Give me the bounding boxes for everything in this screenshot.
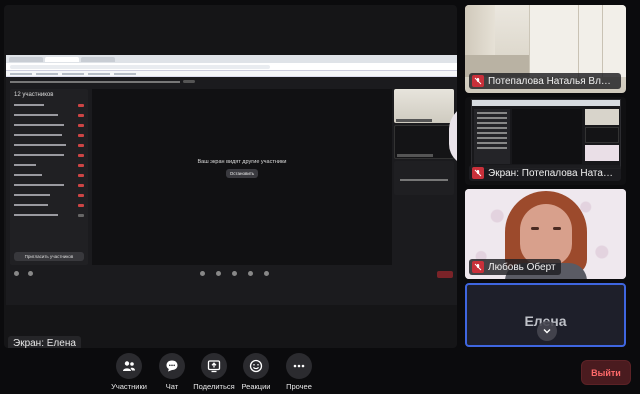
shared-mini-tile (394, 161, 454, 195)
list-item (10, 100, 88, 110)
people-icon (116, 353, 142, 379)
list-item (10, 210, 88, 220)
shared-meeting-title (6, 77, 457, 86)
shared-participants-title: 12 участников (14, 92, 54, 98)
chevron-down-icon[interactable] (537, 321, 557, 341)
participant-name-tag: Любовь Оберт (469, 259, 561, 275)
shared-side-tiles (394, 89, 457, 265)
list-item (10, 180, 88, 190)
shared-invite-button: Пригласить участников (14, 252, 84, 261)
participant-name-tag: Потепалова Наталья Влади... (469, 73, 621, 89)
shared-browser-window: 12 участников Пригласить участников Ваш … (6, 55, 457, 305)
list-item (10, 110, 88, 120)
mic-off-icon (472, 75, 484, 87)
shared-mini-tile (394, 89, 454, 123)
more-button[interactable]: Прочее (271, 353, 327, 391)
browser-tab (81, 56, 115, 62)
participant-screen-tile[interactable]: Экран: Потепалова Наталь... (465, 97, 626, 185)
shared-participants-panel: 12 участников Пригласить участников (10, 89, 88, 265)
mic-off-icon (472, 167, 484, 179)
participant-tile[interactable]: Любовь Оберт (465, 189, 626, 279)
list-item (10, 190, 88, 200)
more-dots-icon (286, 353, 312, 379)
list-item (10, 170, 88, 180)
list-item (10, 160, 88, 170)
list-item (10, 150, 88, 160)
browser-address-bar (6, 63, 457, 71)
shared-toolbar (6, 269, 457, 283)
share-screen-icon (201, 353, 227, 379)
shared-stage-message: Ваш экран видят другие участники (197, 159, 287, 165)
participant-name: Любовь Оберт (488, 261, 556, 273)
participant-tile[interactable]: Потепалова Наталья Влади... (465, 5, 626, 93)
shared-conference-view: 12 участников Пригласить участников Ваш … (6, 77, 457, 305)
participant-name-tag: Экран: Потепалова Наталь... (469, 165, 621, 181)
browser-tab-strip (6, 55, 457, 63)
main-tile-label: Экран: Елена (8, 336, 81, 348)
list-item (10, 120, 88, 130)
smiley-icon (243, 353, 269, 379)
main-screen-share-tile[interactable]: 12 участников Пригласить участников Ваш … (4, 5, 457, 348)
video-conference-window: 12 участников Пригласить участников Ваш … (0, 0, 640, 394)
browser-tab (45, 56, 79, 62)
list-item (10, 140, 88, 150)
shared-mini-tile (394, 125, 454, 159)
bottom-toolbar: Участники Чат Поделиться Реакции Прочее (0, 350, 640, 394)
participant-tile-active[interactable]: Елена (465, 283, 626, 347)
more-label: Прочее (286, 382, 312, 391)
shared-stage: Ваш экран видят другие участники Останов… (92, 89, 392, 265)
list-item (10, 200, 88, 210)
browser-tab (9, 56, 43, 62)
mic-off-icon (472, 261, 484, 273)
participant-name: Потепалова Наталья Влади... (488, 75, 616, 87)
list-item (10, 130, 88, 140)
participant-name: Экран: Потепалова Наталь... (488, 167, 616, 179)
shared-stop-sharing-button: Остановить (226, 169, 258, 178)
leave-button[interactable]: Выйти (581, 360, 631, 385)
chat-bubble-icon (159, 353, 185, 379)
